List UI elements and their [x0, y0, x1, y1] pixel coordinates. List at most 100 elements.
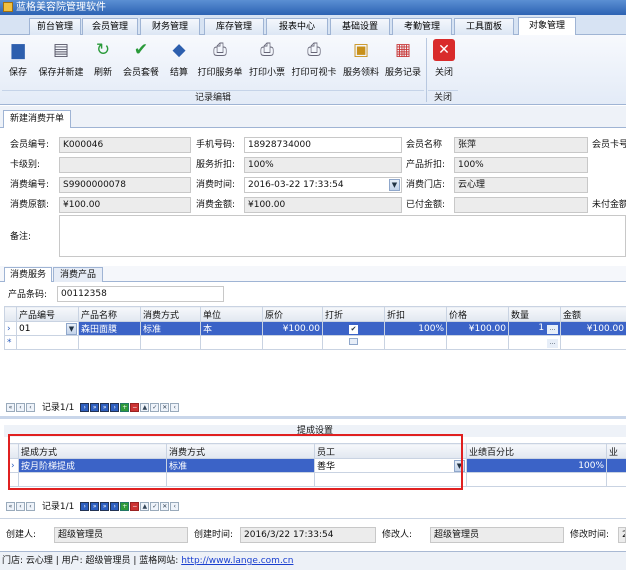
card-level-field[interactable]: [59, 157, 191, 173]
col-header[interactable]: 产品编号: [16, 306, 79, 322]
col-header[interactable]: 消费方式: [140, 306, 201, 322]
print-card-button[interactable]: ⎙ 打印可视卡: [289, 37, 339, 85]
checkout-button[interactable]: ◆ 结算: [166, 37, 192, 85]
prev-record-icon[interactable]: ‹: [26, 502, 35, 511]
col-header[interactable]: 产品名称: [78, 306, 141, 322]
consume-no-field[interactable]: S9900000078: [59, 177, 191, 193]
created-field[interactable]: 2016/3/22 17:33:54: [240, 527, 376, 543]
table-cell[interactable]: ¥100.00: [560, 321, 626, 336]
last-record-icon[interactable]: »: [100, 403, 110, 412]
discount-checkbox[interactable]: ✔: [322, 321, 385, 336]
add-record-icon[interactable]: +: [120, 502, 130, 511]
last-record-icon[interactable]: »: [100, 502, 110, 511]
remark-textarea[interactable]: [59, 215, 626, 257]
col-header[interactable]: 价格: [446, 306, 509, 322]
chevron-down-icon[interactable]: ▼: [66, 323, 77, 335]
phone-field[interactable]: 18928734000: [244, 137, 402, 153]
col-header[interactable]: 业绩百分比: [466, 443, 607, 459]
ellipsis-icon[interactable]: …: [547, 325, 558, 334]
tab-consume-product[interactable]: 消费产品: [53, 267, 103, 282]
menu-tab-object[interactable]: 对象管理: [518, 17, 576, 35]
first-record-icon[interactable]: «: [6, 502, 15, 511]
menu-tab-report[interactable]: 报表中心: [266, 18, 328, 35]
table-cell[interactable]: 标准: [140, 321, 201, 336]
service-record-button[interactable]: ▦ 服务记录: [383, 37, 423, 85]
paid-field[interactable]: [454, 197, 588, 213]
menu-tab-attendance[interactable]: 考勤管理: [392, 18, 452, 35]
modifier-field[interactable]: 超级管理员: [430, 527, 564, 543]
col-header[interactable]: 金额: [560, 306, 626, 322]
col-header[interactable]: 折扣: [384, 306, 447, 322]
next-page-icon[interactable]: »: [90, 502, 100, 511]
product-discount-field[interactable]: 100%: [454, 157, 588, 173]
consume-time-field[interactable]: 2016-03-22 17:33:54 ▼: [244, 177, 402, 193]
splitter[interactable]: [0, 416, 626, 419]
table-cell[interactable]: ¥100.00: [446, 321, 509, 336]
table-cell[interactable]: 100%: [384, 321, 447, 336]
chevron-down-icon[interactable]: ▼: [389, 179, 400, 191]
menu-tab-member[interactable]: 会员管理: [82, 18, 138, 35]
store-field[interactable]: 云心理: [454, 177, 588, 193]
member-no-label: 会员编号:: [10, 140, 50, 150]
next-page-icon[interactable]: »: [90, 403, 100, 412]
confirm-record-icon[interactable]: ✓: [150, 403, 160, 412]
doc-tab-new-consume[interactable]: 新建消费开单: [3, 110, 71, 128]
table-cell[interactable]: 本: [200, 321, 263, 336]
table-row[interactable]: › 01 ▼ 森田面膜 标准 本 ¥100.00 ✔ 100% ¥100.00 1…: [4, 321, 626, 336]
table-cell[interactable]: 1 …: [508, 321, 561, 336]
first-record-icon[interactable]: «: [6, 403, 15, 412]
prev-page-icon[interactable]: ‹: [16, 502, 25, 511]
amount-field[interactable]: ¥100.00: [244, 197, 402, 213]
original-amount-field[interactable]: ¥100.00: [59, 197, 191, 213]
col-header[interactable]: 原价: [262, 306, 323, 322]
col-header[interactable]: 业: [606, 443, 626, 459]
barcode-input[interactable]: 00112358: [57, 286, 224, 302]
next-record-icon[interactable]: ›: [80, 403, 90, 412]
save-button[interactable]: ▆ 保存: [4, 37, 32, 85]
ellipsis-icon[interactable]: …: [547, 339, 558, 348]
close-button[interactable]: ✕ 关闭: [430, 37, 458, 85]
menu-tab-finance[interactable]: 财务管理: [140, 18, 200, 35]
table-cell[interactable]: 森田面膜: [78, 321, 141, 336]
member-no-field[interactable]: K000046: [59, 137, 191, 153]
service-material-button[interactable]: ▣ 服务领料: [341, 37, 381, 85]
menu-tab-tools[interactable]: 工具面板: [454, 18, 514, 35]
menu-tab-front[interactable]: 前台管理: [29, 18, 81, 35]
next-record-icon[interactable]: ›: [80, 502, 90, 511]
edit-record-icon[interactable]: ▲: [140, 403, 150, 412]
last-page-icon[interactable]: ›: [110, 502, 120, 511]
tab-consume-service[interactable]: 消费服务: [4, 267, 52, 282]
creator-field[interactable]: 超级管理员: [54, 527, 188, 543]
save-new-button[interactable]: ▤ 保存并新建: [34, 37, 88, 85]
record-counter: 记录1/1: [41, 403, 75, 413]
member-name-field[interactable]: 张萍: [454, 137, 588, 153]
menu-tab-stock[interactable]: 库存管理: [204, 18, 264, 35]
service-discount-field[interactable]: 100%: [244, 157, 402, 173]
website-link[interactable]: http://www.lange.com.cn: [181, 556, 293, 566]
refresh-button[interactable]: ↻ 刷新: [90, 37, 116, 85]
edit-record-icon[interactable]: ▲: [140, 502, 150, 511]
cancel-record-icon[interactable]: ✕: [160, 403, 170, 412]
add-record-icon[interactable]: +: [120, 403, 130, 412]
member-package-button[interactable]: ✔ 会员套餐: [118, 37, 164, 85]
table-cell[interactable]: 01 ▼: [16, 321, 79, 336]
delete-record-icon[interactable]: −: [130, 502, 140, 511]
col-header[interactable]: 打折: [322, 306, 385, 322]
menu-tab-basic[interactable]: 基础设置: [330, 18, 390, 35]
filter-icon[interactable]: ‹: [170, 403, 180, 412]
new-row[interactable]: * …: [4, 335, 626, 350]
prev-page-icon[interactable]: ‹: [16, 403, 25, 412]
col-header[interactable]: 单位: [200, 306, 263, 322]
prev-record-icon[interactable]: ‹: [26, 403, 35, 412]
cancel-record-icon[interactable]: ✕: [160, 502, 170, 511]
delete-record-icon[interactable]: −: [130, 403, 140, 412]
col-header[interactable]: 数量: [508, 306, 561, 322]
last-page-icon[interactable]: ›: [110, 403, 120, 412]
modified-field[interactable]: 2: [618, 527, 626, 543]
print-service-button[interactable]: ⎙ 打印服务单: [194, 37, 246, 85]
table-cell[interactable]: 100%: [466, 458, 607, 473]
print-receipt-button[interactable]: ⎙ 打印小票: [247, 37, 287, 85]
table-cell[interactable]: ¥100.00: [262, 321, 323, 336]
confirm-record-icon[interactable]: ✓: [150, 502, 160, 511]
filter-icon[interactable]: ‹: [170, 502, 180, 511]
